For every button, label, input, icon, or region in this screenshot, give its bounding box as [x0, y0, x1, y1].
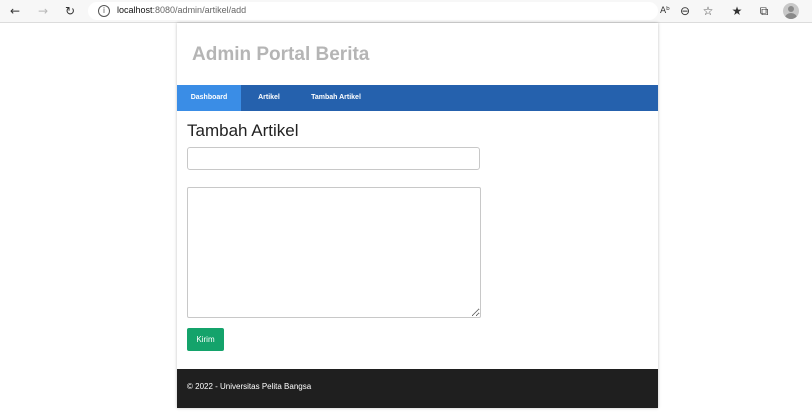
forward-icon[interactable]: → [35, 3, 51, 19]
submit-button[interactable]: Kirim [187, 328, 224, 351]
favorites-icon[interactable]: ★ [729, 3, 745, 19]
footer: © 2022 - Universitas Pelita Bangsa [177, 369, 658, 408]
nav-item-artikel[interactable]: Artikel [249, 85, 289, 111]
page-container: Admin Portal Berita Dashboard Artikel Ta… [177, 23, 658, 408]
back-icon[interactable]: ← [7, 3, 23, 19]
main-nav: Dashboard Artikel Tambah Artikel [177, 85, 658, 111]
reload-icon[interactable]: ↻ [62, 3, 78, 19]
site-title: Admin Portal Berita [192, 44, 370, 65]
read-aloud-icon[interactable]: Aᵇ [657, 3, 673, 19]
zoom-icon[interactable]: ⊖ [677, 3, 693, 19]
profile-icon[interactable] [783, 3, 799, 19]
footer-text: © 2022 - Universitas Pelita Bangsa [187, 382, 312, 391]
browser-toolbar: ← → ↻ i localhost:8080/admin/artikel/add… [0, 0, 812, 23]
url-text[interactable]: localhost:8080/admin/artikel/add [117, 5, 246, 15]
url-host: localhost [117, 5, 153, 15]
site-header: Admin Portal Berita [177, 23, 658, 85]
address-bar[interactable]: i localhost:8080/admin/artikel/add [88, 2, 658, 20]
collections-icon[interactable]: ⧉ [756, 3, 772, 19]
nav-item-tambah-artikel[interactable]: Tambah Artikel [301, 85, 371, 111]
nav-item-dashboard[interactable]: Dashboard [177, 85, 241, 111]
title-input[interactable] [187, 147, 480, 170]
page-title: Tambah Artikel [187, 121, 299, 140]
content-textarea[interactable] [187, 187, 481, 318]
url-path: :8080/admin/artikel/add [152, 5, 247, 15]
info-icon[interactable]: i [98, 5, 110, 17]
add-favorite-icon[interactable]: ☆ [700, 3, 716, 19]
